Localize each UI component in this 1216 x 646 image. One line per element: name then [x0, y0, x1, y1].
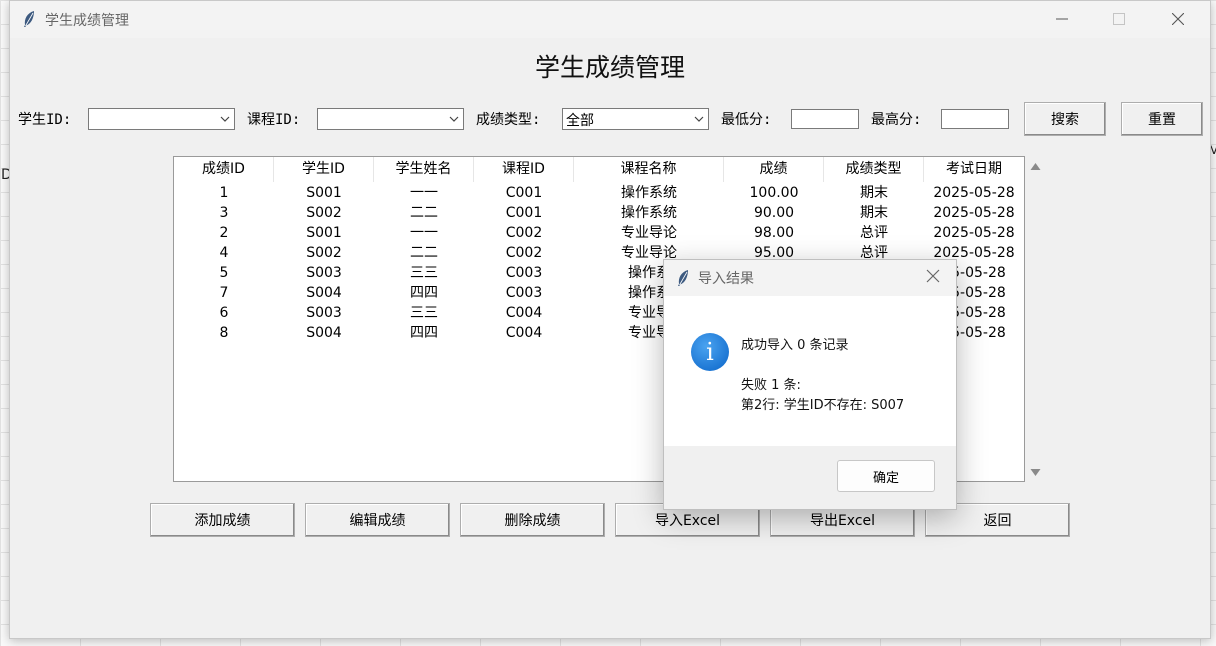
max-score-input[interactable]: [941, 109, 1009, 129]
table-cell: 98.00: [753, 225, 795, 241]
table-cell: 一一: [410, 225, 438, 241]
table-row[interactable]: 2 S001 一一 C002 专业导论 98.00 总评 2025-05-28: [174, 223, 1024, 243]
column-header[interactable]: 学生姓名: [374, 157, 474, 182]
table-cell: 8: [219, 325, 229, 341]
ok-button[interactable]: 确定: [837, 460, 935, 492]
minimize-icon: [1056, 18, 1068, 20]
close-icon[interactable]: [926, 269, 940, 283]
table-cell: 2025-05-28: [933, 225, 1015, 241]
grade-type-value: 全部: [566, 113, 594, 129]
table-cell: C004: [505, 305, 543, 321]
maximize-icon: [1113, 13, 1125, 25]
table-cell: S001: [306, 225, 342, 241]
main-window: 学生成绩管理 学生成绩管理 学生ID: 课程ID: 成绩类型: 全部 最低分: …: [9, 0, 1211, 639]
table-cell: C003: [505, 285, 543, 301]
table-cell: 1: [219, 185, 229, 201]
table-cell: 6: [219, 305, 229, 321]
table-cell: 期末: [860, 205, 888, 221]
table-cell: C001: [505, 185, 543, 201]
table-cell: 期末: [860, 185, 888, 201]
student-id-combobox[interactable]: [88, 108, 235, 130]
column-header[interactable]: 成绩: [724, 157, 824, 182]
dialog-title-bar: 导入结果: [664, 260, 956, 296]
dialog-message-failed: 失败 1 条:: [741, 378, 801, 393]
chevron-down-icon: [694, 116, 704, 122]
edit-grade-button[interactable]: 编辑成绩: [305, 503, 450, 537]
dialog-footer: 确定: [664, 446, 956, 509]
table-cell: C004: [505, 325, 543, 341]
feather-icon: [24, 11, 34, 27]
table-row[interactable]: 1 S001 一一 C001 操作系统 100.00 期末 2025-05-28: [174, 183, 1024, 203]
table-cell: 总评: [860, 225, 888, 241]
course-id-label: 课程ID:: [247, 112, 301, 128]
max-score-label: 最高分:: [871, 112, 922, 128]
column-header[interactable]: 课程ID: [474, 157, 574, 182]
table-cell: 三三: [410, 265, 438, 281]
table-cell: 7: [219, 285, 229, 301]
delete-grade-button[interactable]: 删除成绩: [460, 503, 605, 537]
reset-button[interactable]: 重置: [1121, 102, 1203, 136]
table-cell: C002: [505, 225, 543, 241]
search-button[interactable]: 搜索: [1024, 102, 1106, 136]
table-header: 成绩ID 学生ID 学生姓名 课程ID 课程名称 成绩 成绩类型 考试日期: [174, 157, 1024, 182]
student-id-label: 学生ID:: [18, 112, 72, 128]
table-cell: S004: [306, 325, 342, 341]
table-cell: C002: [505, 245, 543, 261]
scroll-down-arrow-icon[interactable]: [1030, 468, 1041, 477]
page-title: 学生成绩管理: [534, 53, 685, 82]
table-cell: 4: [219, 245, 229, 261]
table-cell: 2025-05-28: [933, 205, 1015, 221]
table-cell: 专业导论: [621, 225, 677, 241]
min-score-label: 最低分:: [721, 112, 772, 128]
grade-type-combobox[interactable]: 全部: [562, 108, 709, 130]
table-cell: 3: [219, 205, 229, 221]
table-row[interactable]: 3 S002 二二 C001 操作系统 90.00 期末 2025-05-28: [174, 203, 1024, 223]
table-cell: 5: [219, 265, 229, 281]
table-cell: S001: [306, 185, 342, 201]
window-title: 学生成绩管理: [45, 13, 129, 29]
add-grade-button[interactable]: 添加成绩: [150, 503, 295, 537]
column-header[interactable]: 学生ID: [274, 157, 374, 182]
grade-type-label: 成绩类型:: [476, 112, 541, 128]
table-cell: 90.00: [753, 205, 795, 221]
table-cell: S004: [306, 285, 342, 301]
table-cell: C003: [505, 265, 543, 281]
minimize-button[interactable]: [1040, 5, 1086, 33]
chevron-down-icon: [220, 116, 230, 122]
table-cell: S003: [306, 305, 342, 321]
dialog-title: 导入结果: [698, 271, 754, 287]
column-header[interactable]: 考试日期: [924, 157, 1024, 182]
table-cell: 四四: [410, 325, 438, 341]
close-icon: [1172, 13, 1184, 25]
feather-icon: [678, 270, 688, 286]
table-cell: S002: [306, 245, 342, 261]
info-icon: i: [691, 333, 729, 371]
table-cell: 二二: [410, 245, 438, 261]
dialog-message-detail: 第2行: 学生ID不存在: S007: [741, 398, 905, 413]
table-cell: 二二: [410, 205, 438, 221]
close-window-button[interactable]: [1156, 5, 1202, 33]
chevron-down-icon: [449, 116, 459, 122]
table-cell: S002: [306, 205, 342, 221]
column-header[interactable]: 成绩ID: [174, 157, 274, 182]
table-cell: S003: [306, 265, 342, 281]
table-cell: 四四: [410, 285, 438, 301]
table-cell: 2025-05-28: [933, 185, 1015, 201]
course-id-combobox[interactable]: [317, 108, 464, 130]
table-cell: 一一: [410, 185, 438, 201]
maximize-button[interactable]: [1097, 5, 1143, 33]
scroll-up-arrow-icon[interactable]: [1030, 162, 1041, 171]
table-cell: 三三: [410, 305, 438, 321]
table-cell: C001: [505, 205, 543, 221]
table-cell: 操作系统: [621, 205, 677, 221]
table-cell: 2: [219, 225, 229, 241]
table-cell: 操作系统: [621, 185, 677, 201]
import-result-dialog: 导入结果 i 成功导入 0 条记录 失败 1 条: 第2行: 学生ID不存在: …: [663, 259, 957, 510]
dialog-message-success: 成功导入 0 条记录: [741, 338, 849, 353]
column-header[interactable]: 成绩类型: [824, 157, 924, 182]
min-score-input[interactable]: [791, 109, 859, 129]
table-cell: 100.00: [749, 185, 799, 201]
title-bar: 学生成绩管理: [10, 1, 1210, 38]
column-header[interactable]: 课程名称: [574, 157, 724, 182]
